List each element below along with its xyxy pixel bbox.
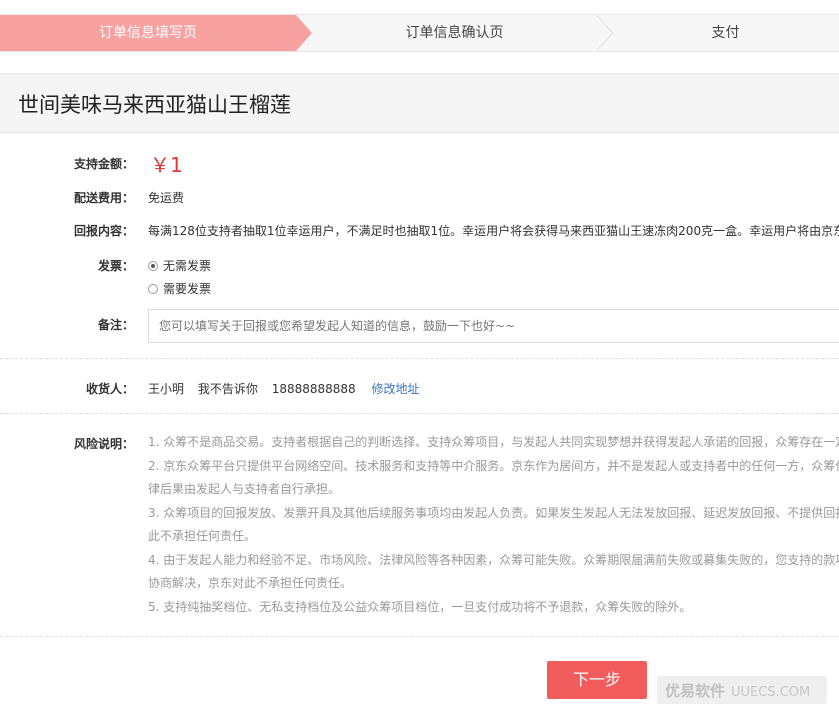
- step-arrow-active: [296, 15, 312, 51]
- invoice-option-required[interactable]: 需要发票: [148, 280, 211, 297]
- title-bar: 世间美味马来西亚猫山王榴莲: [0, 73, 839, 133]
- risk-line: 1. 众筹不是商品交易。支持者根据自己的判断选择、支持众筹项目，与发起人共同实现…: [148, 435, 839, 449]
- step-payment: 支付: [711, 25, 740, 41]
- step-order-fill: 订单信息填写页: [0, 15, 296, 51]
- risk-line: 协商解决，京东对此不承担任何责任。: [148, 576, 353, 590]
- watermark-domain: UUECS.COM: [731, 685, 811, 700]
- risk-line: 5. 支持纯抽奖档位、无私支持档位及公益众筹项目档位，一旦支付成功将不予退款，众…: [148, 599, 692, 614]
- invoice-option-label: 需要发票: [163, 282, 212, 296]
- reward-label: 回报内容：: [73, 224, 134, 238]
- risk-line: 此不承担任何责任。: [148, 529, 257, 543]
- receiver-label: 收货人：: [85, 382, 134, 396]
- risk-line: 3. 众筹项目的回报发放、发票开具及其他后续服务事项均由发起人负责。如果发生发起…: [148, 505, 839, 520]
- edit-address-link[interactable]: 修改地址: [372, 382, 420, 396]
- risk-line: 4. 由于发起人能力和经验不足、市场风险、法律风险等各种因素，众筹可能失败。众筹…: [148, 552, 839, 567]
- risk-line: 2. 京东众筹平台只提供平台网络空间、技术服务和支持等中介服务。京东作为居间方，…: [148, 458, 839, 473]
- next-step-button[interactable]: 下一步: [547, 661, 647, 699]
- receiver-name: 王小明: [148, 382, 185, 396]
- amount-label: 支持金额：: [73, 157, 134, 171]
- shipping-label: 配送费用：: [73, 191, 134, 205]
- risk-line: 律后果由发起人与支持者自行承担。: [148, 482, 341, 496]
- risk-label: 风险说明：: [73, 437, 134, 451]
- invoice-label: 发票：: [97, 259, 134, 273]
- watermark: 优易软件 UUECS.COM: [657, 676, 827, 704]
- watermark-brand: 优易软件: [665, 682, 726, 700]
- divider: [0, 358, 839, 359]
- divider: [0, 413, 839, 414]
- project-title: 世间美味马来西亚猫山王榴莲: [18, 93, 291, 117]
- progress-steps: 订单信息填写页 订单信息确认页 支付: [0, 14, 839, 52]
- step-order-confirm: 订单信息确认页: [405, 25, 504, 41]
- receiver-info: 王小明 我不告诉你 18888888888 修改地址: [148, 380, 420, 397]
- invoice-option-none[interactable]: 无需发票: [148, 257, 211, 274]
- watermark-logo: 优易软件 UUECS.COM: [665, 680, 810, 701]
- note-input[interactable]: [148, 309, 839, 343]
- note-label: 备注：: [97, 318, 134, 332]
- receiver-address: 我不告诉你: [197, 382, 258, 396]
- invoice-option-label: 无需发票: [163, 259, 212, 273]
- shipping-value: 免运费: [148, 191, 185, 205]
- radio-selected-icon[interactable]: [148, 260, 158, 271]
- radio-unselected-icon[interactable]: [148, 283, 158, 294]
- receiver-phone: 18888888888: [271, 382, 356, 396]
- risk-text: 1. 众筹不是商品交易。支持者根据自己的判断选择、支持众筹项目，与发起人共同实现…: [148, 431, 839, 619]
- reward-value: 每满128位支持者抽取1位幸运用户，不满足时也抽取1位。幸运用户将会获得马来西亚…: [148, 224, 839, 238]
- amount-value: ￥1: [150, 153, 183, 177]
- divider: [0, 636, 839, 637]
